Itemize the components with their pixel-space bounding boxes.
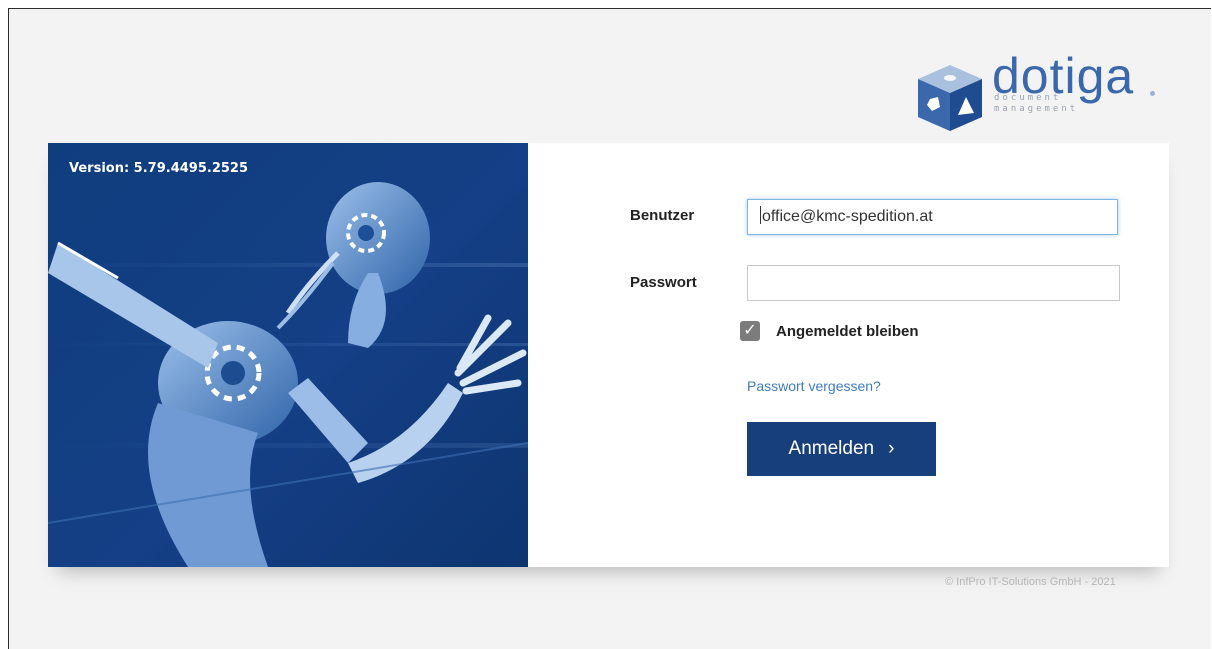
brand-tagline-line2: management [994,104,1079,114]
checkmark-icon: ✓ [743,322,757,339]
version-label: Version: 5.79.4495.2525 [69,161,248,176]
username-label: Benutzer [630,207,695,224]
login-form: Benutzer office@kmc-spedition.at Passwor… [528,143,1169,567]
brand-tagline: document management [994,93,1104,115]
remember-label[interactable]: Angemeldet bleiben [776,323,919,340]
robot-illustration [48,182,528,567]
login-button[interactable]: Anmelden › [747,422,936,476]
dotiga-logo: dotiga document management [916,48,1166,131]
username-value: office@kmc-spedition.at [762,208,933,225]
username-input[interactable]: office@kmc-spedition.at [747,199,1118,235]
copyright-text: © InfPro IT-Solutions GmbH - 2021 [945,576,1116,588]
brand-dot [1150,91,1155,96]
remember-checkbox[interactable]: ✓ [740,321,760,341]
login-button-label: Anmelden [788,438,875,459]
brand-tagline-line1: document [994,93,1062,103]
cube-logo-icon [918,65,982,131]
text-caret [760,206,761,224]
hero-image: Version: 5.79.4495.2525 [48,143,528,567]
login-card: Version: 5.79.4495.2525 Benutzer office@… [48,143,1169,567]
password-label: Passwort [630,274,697,291]
forgot-password-link[interactable]: Passwort vergessen? [747,378,881,394]
password-input[interactable] [747,265,1120,301]
chevron-right-icon: › [888,438,895,459]
